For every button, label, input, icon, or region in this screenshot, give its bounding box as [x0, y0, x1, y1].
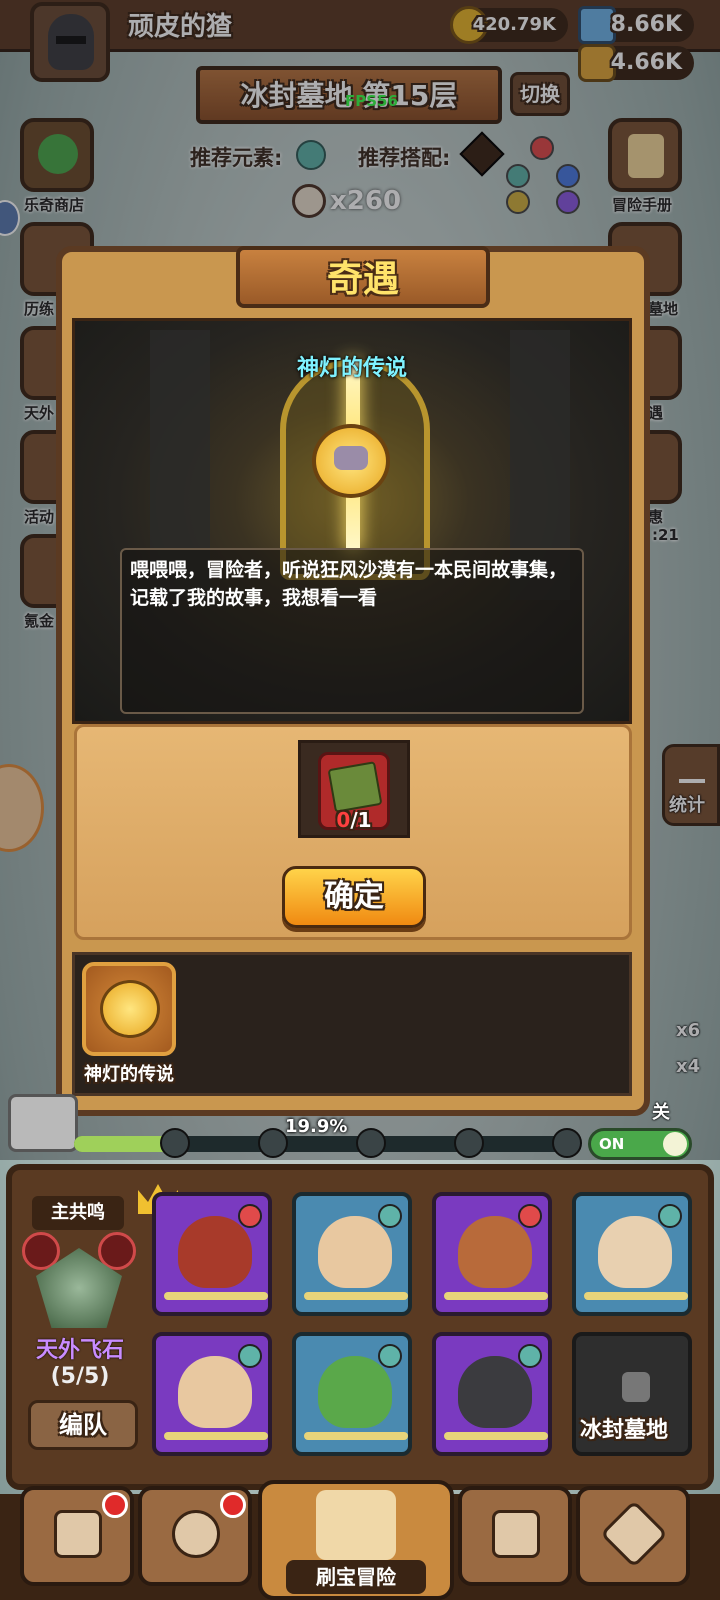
lock-icon: [622, 1372, 650, 1402]
hero-portrait: [318, 1216, 392, 1288]
item-have-count: 0: [336, 808, 351, 832]
hero-hp-bar: [444, 1292, 548, 1300]
backpack-icon: [492, 1510, 540, 1558]
auto-toggle[interactable]: ON: [588, 1128, 692, 1160]
hero-card-5[interactable]: [152, 1332, 272, 1456]
hero-hp-bar: [444, 1432, 548, 1440]
level-progress-fill: [74, 1136, 174, 1152]
shop-icon: [54, 1510, 102, 1558]
hero-hp-bar: [164, 1292, 268, 1300]
notification-badge: [102, 1492, 128, 1518]
magic-lamp-icon: [100, 980, 160, 1038]
progress-percent: 19.9%: [285, 1116, 348, 1137]
item-need-count: /1: [350, 808, 372, 832]
history-item-lamp[interactable]: [82, 962, 176, 1056]
hero-portrait: [178, 1356, 252, 1428]
hero-hp-bar: [304, 1292, 408, 1300]
nav-adventure-label: 刷宝冒险: [286, 1560, 426, 1594]
hero-card-7[interactable]: [432, 1332, 552, 1456]
key-icon: [258, 1128, 288, 1158]
hero-card-6[interactable]: [292, 1332, 412, 1456]
locked-slot-label: 冰封墓地: [580, 1418, 669, 1443]
hero-portrait: [178, 1216, 252, 1288]
resonance-label: 主共鸣: [32, 1196, 124, 1230]
nav-bag-button[interactable]: [458, 1486, 572, 1586]
event-name: 神灯的传说: [296, 356, 407, 381]
modal-title: 奇遇: [326, 259, 399, 300]
nav-heroes-button[interactable]: [138, 1486, 252, 1586]
hero-portrait: [598, 1216, 672, 1288]
stone-name: 天外飞石: [35, 1338, 124, 1363]
hero-card-4[interactable]: [572, 1192, 692, 1316]
wind-element-icon: [238, 1344, 262, 1368]
wind-element-icon: [658, 1204, 682, 1228]
event-dialog: 喂喂喂，冒险者，听说狂风沙漠有一本民间故事集，记载了我的故事，我想看一看: [120, 548, 584, 714]
hero-portrait: [458, 1356, 532, 1428]
map-compass-icon: [316, 1490, 396, 1560]
hero-icon: [172, 1510, 220, 1558]
notification-badge: [220, 1492, 246, 1518]
hero-card-3[interactable]: [432, 1192, 552, 1316]
magic-lamp-icon: [312, 424, 390, 498]
nav-forge-button[interactable]: [576, 1486, 690, 1586]
fire-element-icon: [518, 1204, 542, 1228]
hero-hp-bar: [164, 1432, 268, 1440]
confirm-button[interactable]: 确定: [282, 866, 426, 928]
auto-toggle-label: 关: [652, 1102, 670, 1123]
lamp-body: [334, 446, 368, 470]
hammer-icon: [600, 1500, 668, 1568]
wind-element-icon: [378, 1204, 402, 1228]
book-cover: [327, 761, 383, 813]
hero-portrait: [318, 1356, 392, 1428]
hero-card-2[interactable]: [292, 1192, 412, 1316]
stone-count: (5/5): [50, 1364, 110, 1389]
locked-hero-slot[interactable]: 冰封墓地: [572, 1332, 692, 1456]
key-icon: [356, 1128, 386, 1158]
hero-portrait: [458, 1216, 532, 1288]
hero-card-1[interactable]: [152, 1192, 272, 1316]
wind-element-icon: [378, 1344, 402, 1368]
chest-icon[interactable]: [8, 1094, 78, 1152]
fire-element-icon: [238, 1204, 262, 1228]
hero-hp-bar: [584, 1292, 688, 1300]
hero-hp-bar: [304, 1432, 408, 1440]
key-icon: [160, 1128, 190, 1158]
key-icon: [454, 1128, 484, 1158]
toggle-knob: [663, 1132, 687, 1156]
wind-element-icon: [518, 1344, 542, 1368]
history-item-label: 神灯的传说: [84, 1064, 174, 1085]
item-count: 0/1: [298, 808, 410, 832]
toggle-state: ON: [599, 1135, 625, 1153]
formation-button[interactable]: 编队: [28, 1400, 138, 1450]
key-icon: [552, 1128, 582, 1158]
nav-shop-button[interactable]: [20, 1486, 134, 1586]
